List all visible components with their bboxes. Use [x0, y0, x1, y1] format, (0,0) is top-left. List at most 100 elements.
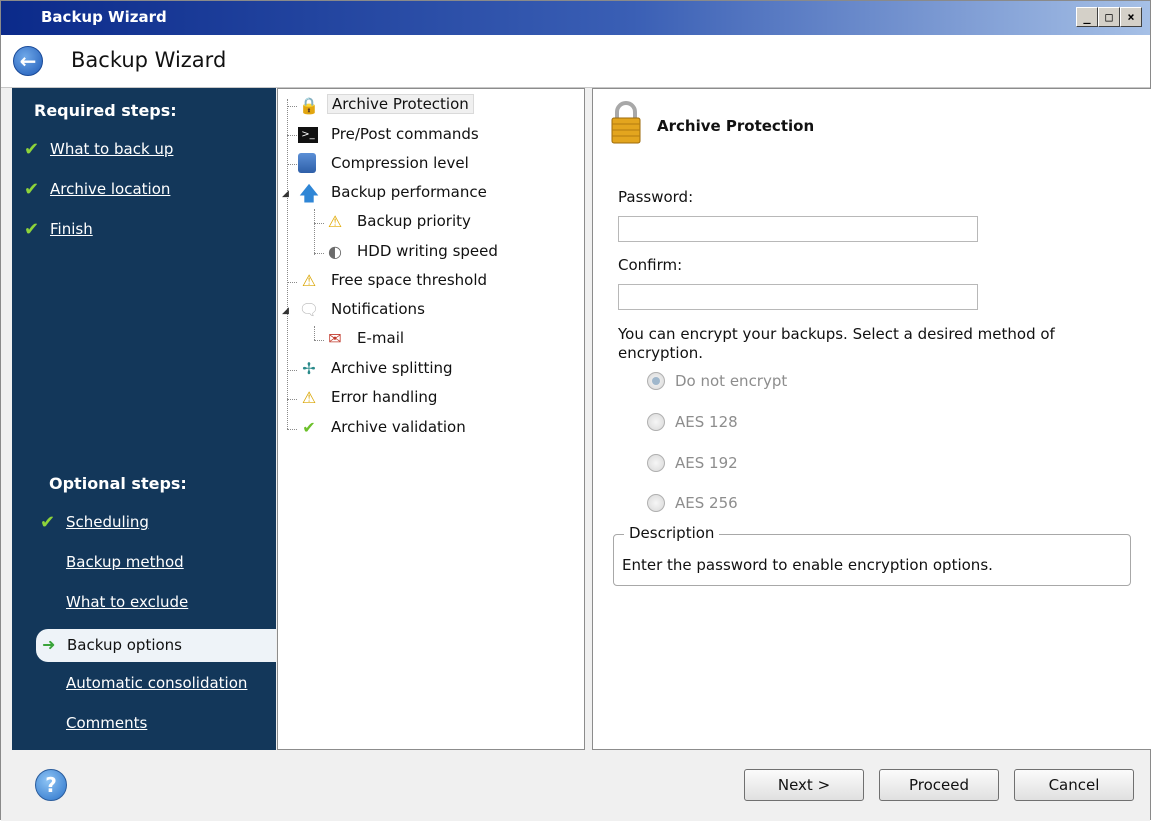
page-title: Backup Wizard: [71, 48, 227, 72]
tree-connector: [314, 223, 324, 224]
warning-icon: ⚠: [301, 388, 317, 407]
email-icon: ✉: [328, 329, 342, 348]
tree-connector: [287, 164, 297, 165]
terminal-icon: >_: [298, 127, 318, 143]
back-arrow-icon[interactable]: ←: [13, 46, 43, 76]
cancel-button[interactable]: Cancel: [1014, 769, 1134, 801]
sidebar-item-label: Backup options: [67, 636, 182, 654]
confirm-label: Confirm:: [618, 256, 683, 274]
sidebar-item-label[interactable]: Backup method: [66, 553, 184, 571]
sidebar-item-label[interactable]: Archive location: [50, 180, 170, 198]
check-icon: ✔: [24, 179, 40, 200]
split-icon: ✢: [302, 359, 316, 378]
description-legend: Description: [624, 524, 720, 542]
sidebar-item-label[interactable]: Comments: [66, 714, 147, 732]
tree-item-label: Error handling: [331, 388, 438, 406]
tree-connector: [314, 209, 315, 255]
tree-item-label: Backup performance: [331, 183, 487, 201]
sidebar-item-what-to-exclude[interactable]: What to exclude: [12, 587, 276, 621]
speedometer-icon: ◐: [328, 242, 342, 261]
description-text: Enter the password to enable encryption …: [622, 556, 993, 574]
sidebar-item-what-to-back-up[interactable]: ✔ What to back up: [12, 134, 276, 168]
tree-item-label: Backup priority: [357, 212, 471, 230]
options-tree: ◢ ◢ 🔒 Archive Protection >_ Pre/Post com…: [277, 88, 585, 750]
sidebar-item-label[interactable]: What to exclude: [66, 593, 188, 611]
encryption-hint: You can encrypt your backups. Select a d…: [618, 325, 1055, 362]
compression-icon: [298, 153, 316, 173]
sidebar-item-finish[interactable]: ✔ Finish: [12, 214, 276, 248]
tree-connector: [287, 429, 297, 430]
up-arrow-icon: 🡅: [298, 181, 320, 205]
next-button[interactable]: Next >: [744, 769, 864, 801]
tree-connector: [314, 326, 315, 340]
tree-connector: [314, 253, 324, 254]
description-group: Description Enter the password to enable…: [613, 524, 1131, 586]
help-icon[interactable]: ?: [35, 769, 67, 801]
sidebar-item-scheduling[interactable]: ✔ Scheduling: [12, 507, 276, 541]
tree-connector: [287, 399, 297, 400]
sidebar-item-label[interactable]: What to back up: [50, 140, 173, 158]
check-icon: ✔: [40, 512, 56, 533]
confirm-field[interactable]: [618, 284, 978, 310]
radio-label: AES 256: [675, 494, 738, 512]
green-arrow-icon: ➜: [42, 635, 56, 654]
priority-icon: ⚠: [327, 212, 343, 231]
required-steps-heading: Required steps:: [34, 101, 177, 120]
check-icon: ✔: [24, 139, 40, 160]
sidebar-item-backup-options[interactable]: ➜ Backup options: [36, 629, 276, 662]
title-bar[interactable]: Backup Wizard _ □ ×: [1, 1, 1150, 35]
tree-item-label: Notifications: [331, 300, 425, 318]
radio-button[interactable]: [647, 413, 665, 431]
wizard-header: ← Backup Wizard: [1, 35, 1150, 88]
tree-connector: [287, 106, 297, 107]
radio-button[interactable]: [647, 454, 665, 472]
sidebar-item-backup-method[interactable]: Backup method: [12, 547, 276, 581]
tree-item-label: Free space threshold: [331, 271, 488, 289]
sidebar-item-label[interactable]: Finish: [50, 220, 93, 238]
sidebar-item-label[interactable]: Automatic consolidation: [66, 674, 247, 692]
tree-connector: [287, 99, 288, 429]
close-button[interactable]: ×: [1120, 7, 1142, 27]
tree-connector: [287, 282, 297, 283]
checkmark-icon: ✔: [302, 418, 316, 437]
archive-protection-panel: Archive Protection Password: Confirm: Yo…: [592, 88, 1151, 750]
minimize-button[interactable]: _: [1076, 7, 1098, 27]
wizard-footer: ? Next > Proceed Cancel: [1, 751, 1150, 821]
tree-item-label: Archive validation: [331, 418, 466, 436]
radio-button[interactable]: [647, 494, 665, 512]
radio-label: Do not encrypt: [675, 372, 788, 390]
radio-label: AES 128: [675, 413, 738, 431]
collapse-toggle-icon[interactable]: ◢: [282, 189, 289, 199]
sidebar-item-comments[interactable]: Comments: [12, 708, 276, 742]
tree-connector: [287, 135, 297, 136]
tree-item-label: Archive Protection: [327, 94, 474, 114]
password-field[interactable]: [618, 216, 978, 242]
maximize-button[interactable]: □: [1098, 7, 1120, 27]
radio-label: AES 192: [675, 454, 738, 472]
password-label: Password:: [618, 188, 694, 206]
speech-bubble-icon: 🗨: [298, 300, 320, 319]
tree-connector: [287, 370, 297, 371]
lock-icon: [611, 101, 641, 144]
sidebar-item-label[interactable]: Scheduling: [66, 513, 149, 531]
warning-icon: ⚠: [301, 271, 317, 290]
collapse-toggle-icon[interactable]: ◢: [282, 306, 289, 316]
sidebar-item-automatic-consolidation[interactable]: Automatic consolidation: [12, 668, 276, 702]
tree-item-label: HDD writing speed: [357, 242, 498, 260]
tree-item-label: Compression level: [331, 154, 469, 172]
tree-item-label: Pre/Post commands: [331, 125, 479, 143]
tree-item-label: E-mail: [357, 329, 405, 347]
optional-steps-heading: Optional steps:: [49, 474, 187, 493]
sidebar-item-archive-location[interactable]: ✔ Archive location: [12, 174, 276, 208]
window-controls: _ □ ×: [1076, 7, 1142, 27]
panel-title: Archive Protection: [657, 117, 815, 135]
backup-wizard-window: Backup Wizard _ □ × ← Backup Wizard Requ…: [0, 0, 1151, 821]
window-title: Backup Wizard: [41, 8, 167, 26]
tree-connector: [314, 340, 324, 341]
check-icon: ✔: [24, 219, 40, 240]
lock-icon: 🔒: [299, 96, 319, 115]
tree-item-label: Archive splitting: [331, 359, 453, 377]
steps-sidebar: Required steps: ✔ What to back up ✔ Arch…: [12, 88, 276, 750]
proceed-button[interactable]: Proceed: [879, 769, 999, 801]
radio-button[interactable]: [647, 372, 665, 390]
